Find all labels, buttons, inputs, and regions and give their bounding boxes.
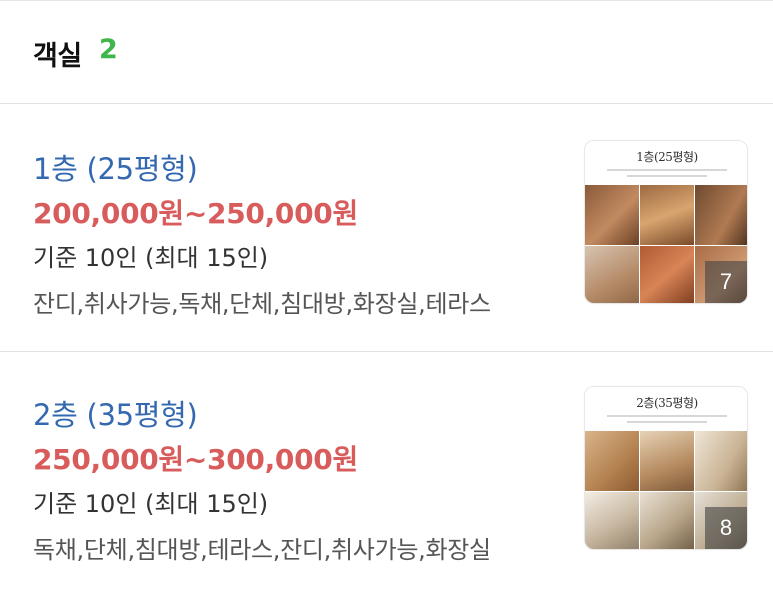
rooms-section-header: 객실 2 bbox=[0, 0, 773, 104]
room-thumbnail[interactable]: 2층(35평형) 8 bbox=[584, 386, 748, 550]
room-photo bbox=[585, 246, 639, 303]
thumbnail-title: 2층(35평형) bbox=[636, 396, 698, 410]
room-name[interactable]: 2층 (35평형) bbox=[33, 392, 198, 434]
thumbnail-title: 1층(25평형) bbox=[636, 150, 698, 164]
photo-count-badge: 8 bbox=[705, 507, 747, 549]
room-price: 250,000원~300,000원 bbox=[33, 443, 358, 476]
room-photo bbox=[695, 185, 747, 245]
room-photo bbox=[695, 431, 747, 491]
room-thumbnail[interactable]: 1층(25평형) 7 bbox=[584, 140, 748, 304]
thumbnail-caption: 2층(35평형) bbox=[585, 387, 747, 431]
room-capacity: 기준 10인 (최대 15인) bbox=[33, 244, 269, 272]
room-photo bbox=[585, 492, 639, 549]
room-price: 200,000원~250,000원 bbox=[33, 197, 358, 230]
photo-count-badge: 7 bbox=[705, 261, 747, 303]
room-capacity: 기준 10인 (최대 15인) bbox=[33, 490, 269, 518]
section-title: 객실 bbox=[33, 41, 82, 72]
room-photo bbox=[640, 185, 694, 245]
thumbnail-caption-line bbox=[607, 415, 727, 417]
room-amenities: 잔디,취사가능,독채,단체,침대방,화장실,테라스 bbox=[33, 290, 491, 318]
room-photo bbox=[585, 431, 639, 491]
room-count: 2 bbox=[99, 34, 118, 65]
room-photo bbox=[640, 246, 694, 303]
room-name[interactable]: 1층 (25평형) bbox=[33, 146, 198, 188]
room-amenities: 독채,단체,침대방,테라스,잔디,취사가능,화장실 bbox=[33, 536, 491, 564]
room-card[interactable]: 1층 (25평형) 200,000원~250,000원 기준 10인 (최대 1… bbox=[0, 104, 773, 352]
thumbnail-caption: 1층(25평형) bbox=[585, 141, 747, 185]
thumbnail-caption-line bbox=[627, 421, 707, 423]
thumbnail-caption-line bbox=[607, 169, 727, 171]
room-photo bbox=[585, 185, 639, 245]
room-photo bbox=[640, 492, 694, 549]
room-card[interactable]: 2층 (35평형) 250,000원~300,000원 기준 10인 (최대 1… bbox=[0, 352, 773, 600]
thumbnail-caption-line bbox=[627, 175, 707, 177]
room-photo bbox=[640, 431, 694, 491]
